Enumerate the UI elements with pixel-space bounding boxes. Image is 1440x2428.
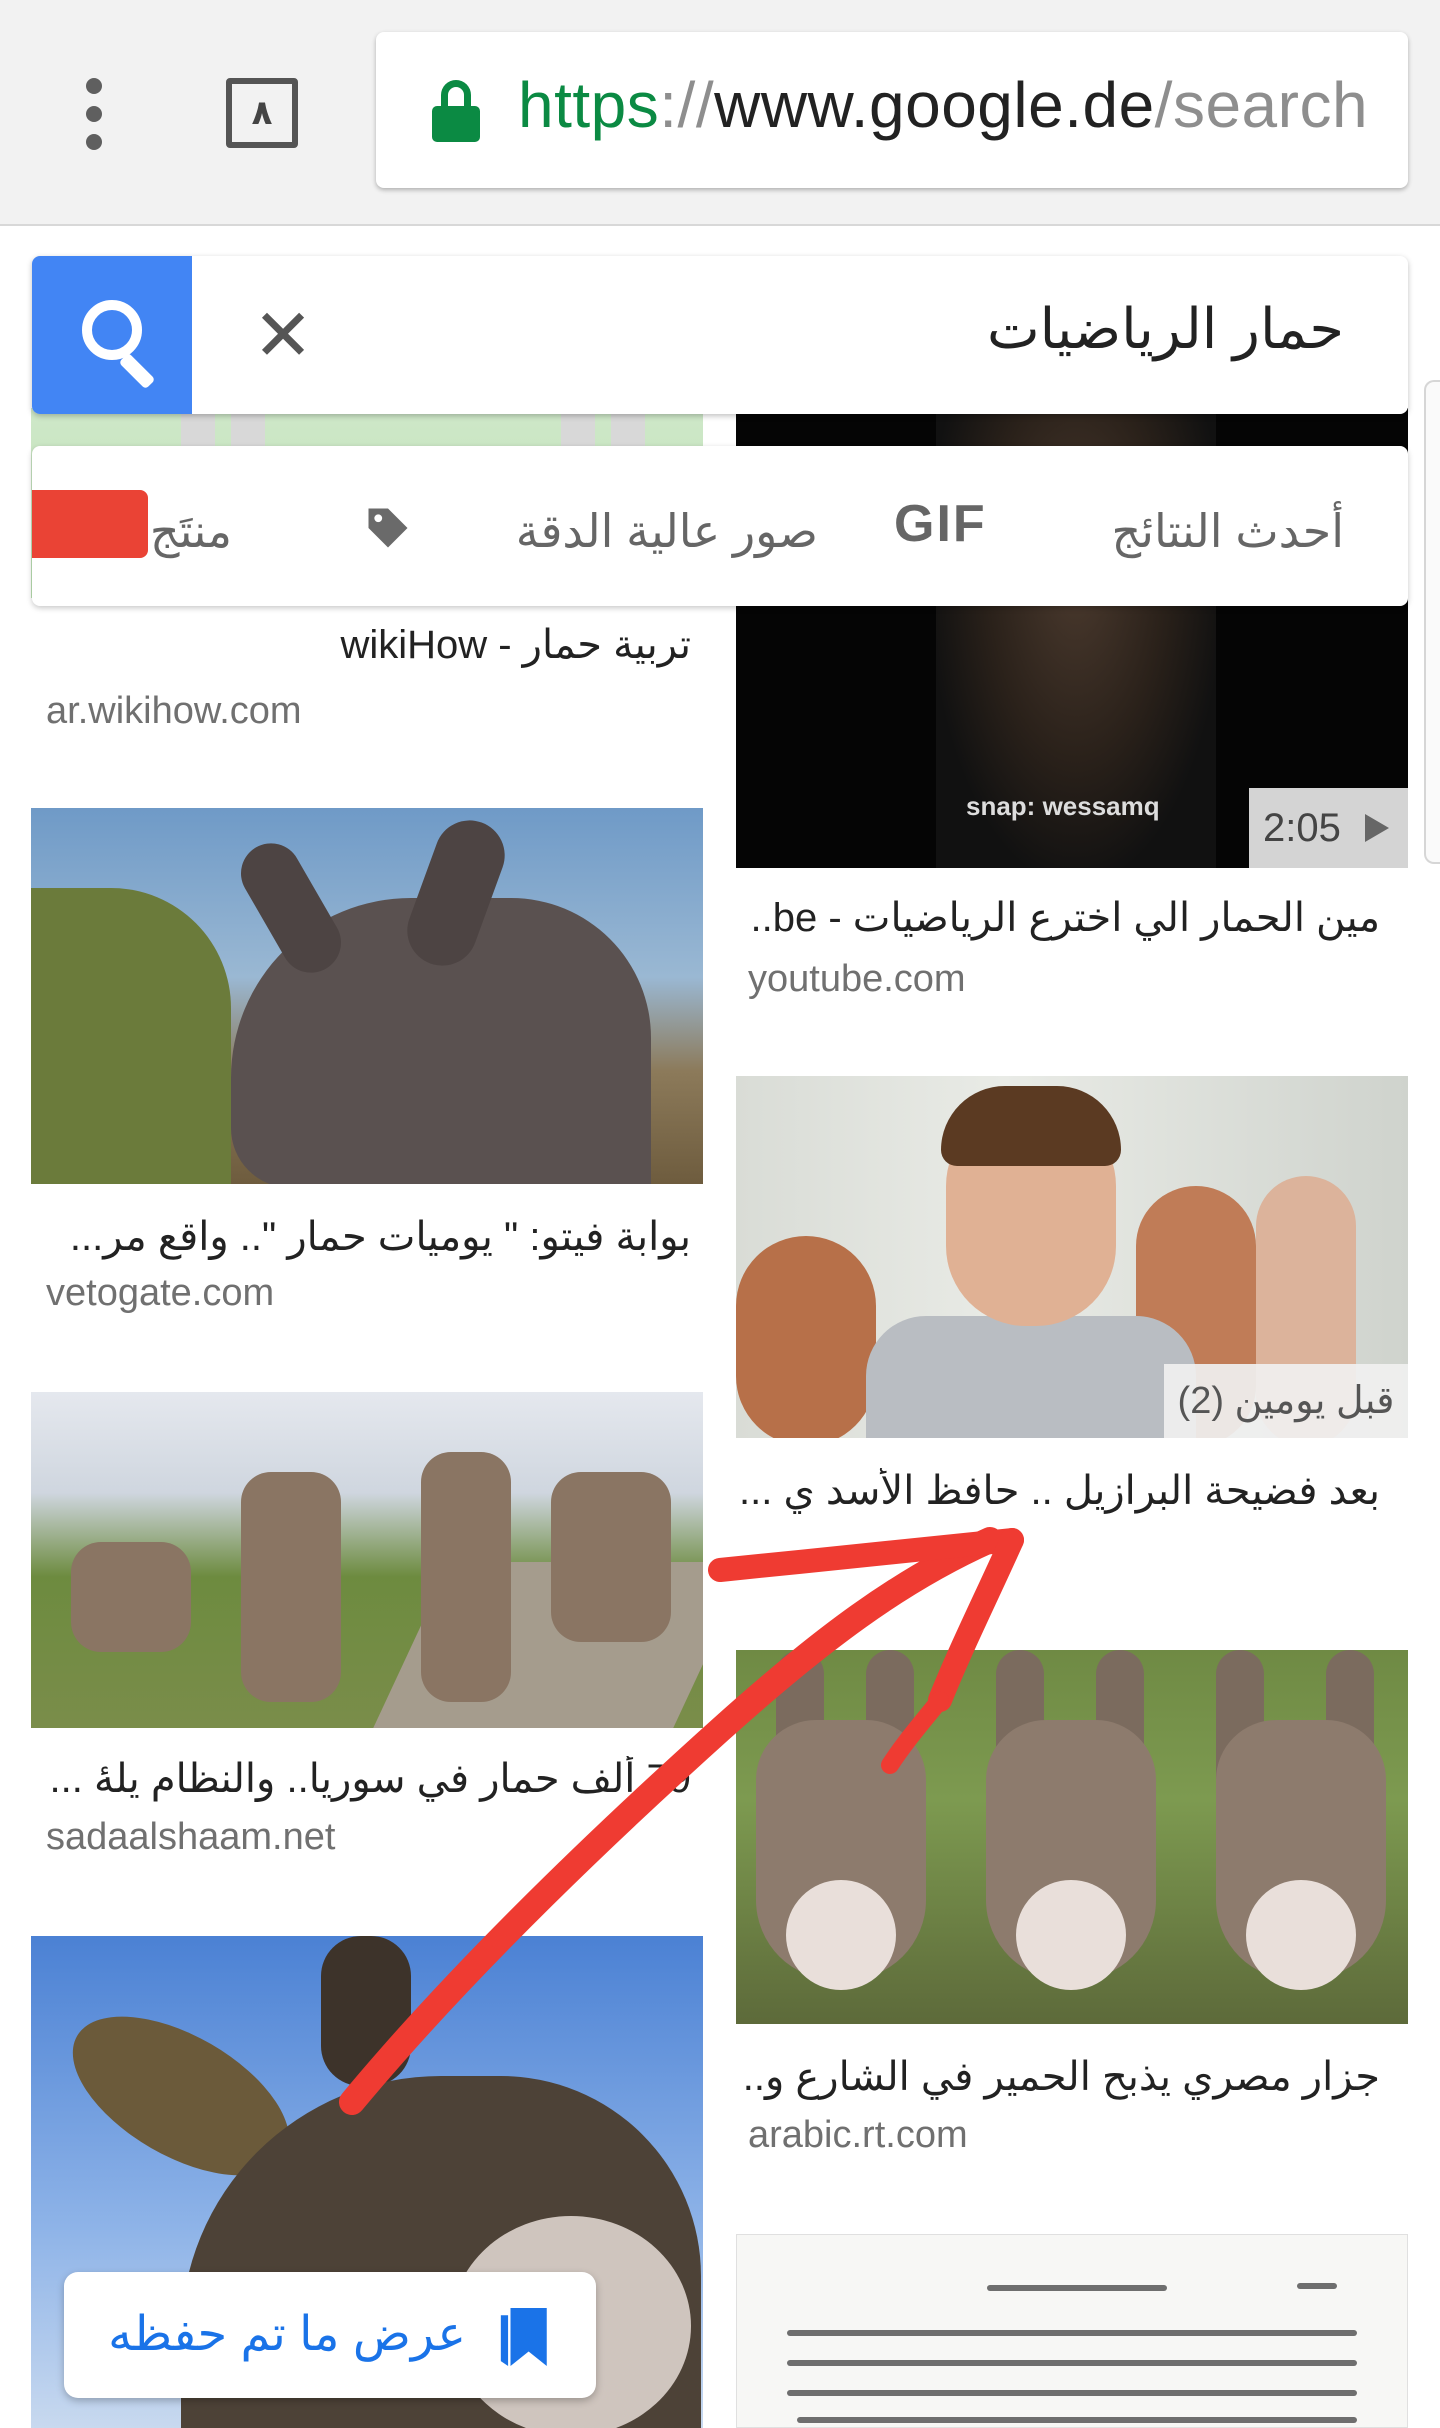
search-button[interactable]	[32, 256, 192, 414]
result-image-sadaalshaam[interactable]	[31, 1392, 703, 1728]
filter-chips-bar: أحدث النتائج GIF صور عالية الدقة منتَج	[32, 446, 1408, 606]
search-bar: ✕ حمار الرياضيات	[32, 256, 1408, 414]
overflow-menu-icon[interactable]	[74, 78, 114, 150]
result-title[interactable]: تربية حمار - wikiHow	[31, 622, 691, 668]
result-source: vetogate.com	[46, 1272, 275, 1314]
tag-icon	[368, 508, 408, 548]
chip-high-resolution[interactable]: صور عالية الدقة	[516, 504, 818, 558]
result-source: youtube.com	[748, 958, 966, 1000]
url-scheme: https	[518, 69, 660, 141]
clear-icon[interactable]: ✕	[248, 299, 318, 371]
chip-color-red[interactable]	[32, 490, 148, 558]
video-duration-badge: 2:05	[1249, 788, 1408, 868]
address-bar[interactable]: https://www.google.de/search	[376, 32, 1408, 188]
side-panel-handle[interactable]	[1424, 380, 1440, 864]
tab-count: ٨	[251, 93, 273, 133]
result-image-vetogate[interactable]	[31, 808, 703, 1184]
chip-product[interactable]: منتَج	[150, 504, 232, 558]
time-ago-badge: قبل يومين (2)	[1164, 1364, 1408, 1438]
result-source: arabic.rt.com	[748, 2114, 968, 2156]
url-host: www.google.de	[714, 69, 1155, 141]
lock-icon	[432, 80, 480, 142]
result-source: sadaalshaam.net	[46, 1816, 336, 1858]
view-saved-label: عرض ما تم حفظه	[108, 2308, 466, 2361]
result-image-rt[interactable]	[736, 1650, 1408, 2024]
tab-switcher-button[interactable]: ٨	[226, 78, 298, 148]
url-path: /search	[1154, 69, 1369, 141]
view-saved-button[interactable]: عرض ما تم حفظه	[64, 2272, 596, 2398]
result-title[interactable]: بعد فضيحة البرازيل .. حافظ الأسد ي ...	[740, 1468, 1380, 1514]
search-input[interactable]: حمار الرياضيات	[987, 296, 1344, 362]
url-text[interactable]: https://www.google.de/search	[518, 68, 1368, 142]
video-overlay-text: snap: wessamq	[966, 791, 1160, 821]
result-image-book-page[interactable]	[736, 2234, 1408, 2428]
result-title[interactable]: بوابة فيتو: " يوميات حمار ".. واقع مر...	[31, 1214, 691, 1260]
bookmark-icon	[500, 2308, 547, 2366]
url-separator: ://	[659, 69, 715, 141]
result-source: ar.wikihow.com	[46, 690, 302, 732]
result-title[interactable]: جزار مصري يذبح الحمير في الشارع و...	[740, 2054, 1380, 2100]
chip-recent-results[interactable]: أحدث النتائج	[1111, 504, 1344, 558]
play-icon	[1364, 814, 1389, 842]
result-title[interactable]: 79 ألف حمار في سوريا.. والنظام يلهٔ ...	[31, 1756, 691, 1802]
chip-gif[interactable]: GIF	[894, 494, 987, 554]
search-icon	[82, 300, 142, 360]
browser-toolbar: ٨ https://www.google.de/search	[0, 0, 1440, 226]
video-duration: 2:05	[1263, 805, 1341, 850]
result-title[interactable]: مين الحمار الي اخترع الرياضيات - be..	[740, 895, 1381, 941]
